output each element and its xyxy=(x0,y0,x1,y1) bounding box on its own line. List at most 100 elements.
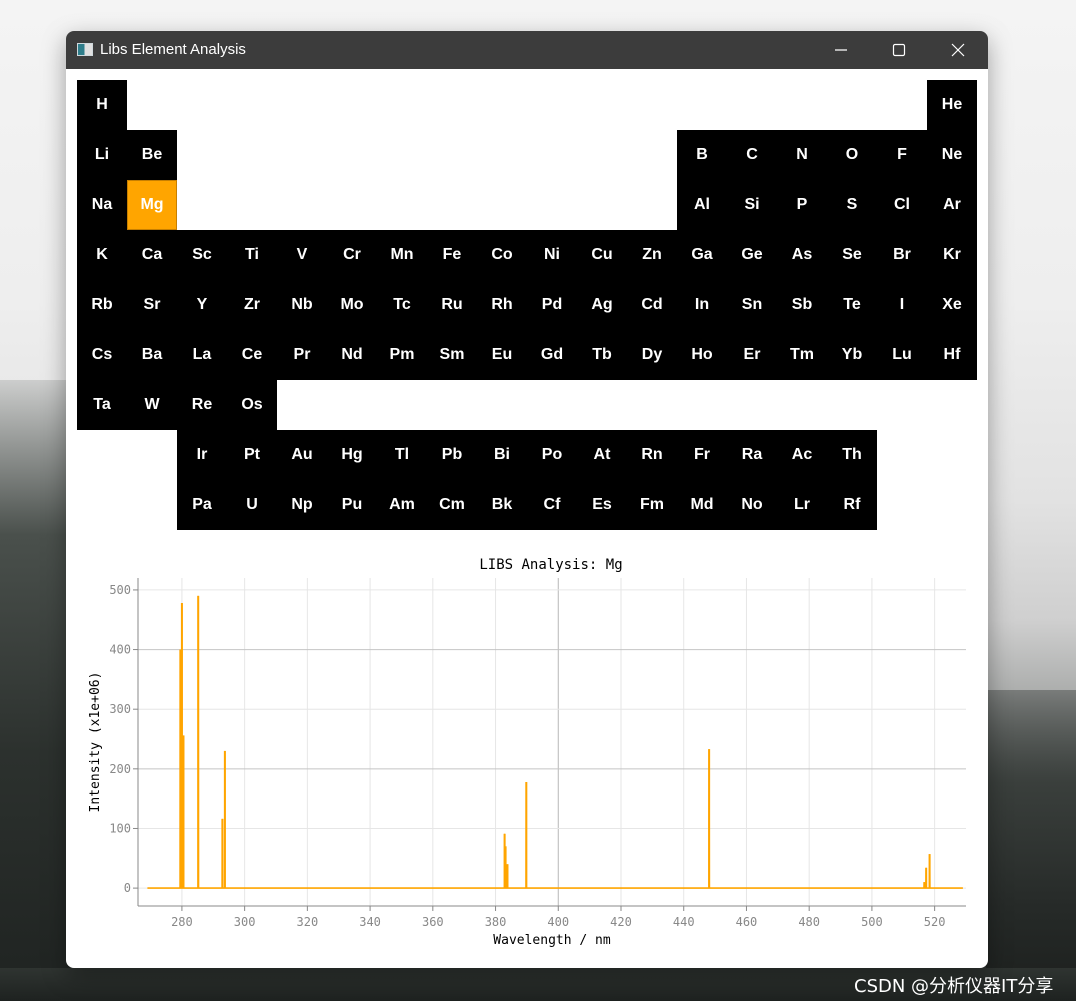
element-in[interactable]: In xyxy=(677,280,727,330)
element-md[interactable]: Md xyxy=(677,480,727,530)
element-nb[interactable]: Nb xyxy=(277,280,327,330)
element-ne[interactable]: Ne xyxy=(927,130,977,180)
element-tl[interactable]: Tl xyxy=(377,430,427,480)
element-bi[interactable]: Bi xyxy=(477,430,527,480)
element-c[interactable]: C xyxy=(727,130,777,180)
element-pu[interactable]: Pu xyxy=(327,480,377,530)
element-te[interactable]: Te xyxy=(827,280,877,330)
element-pm[interactable]: Pm xyxy=(377,330,427,380)
element-au[interactable]: Au xyxy=(277,430,327,480)
element-si[interactable]: Si xyxy=(727,180,777,230)
element-k[interactable]: K xyxy=(77,230,127,280)
element-pt[interactable]: Pt xyxy=(227,430,277,480)
element-er[interactable]: Er xyxy=(727,330,777,380)
element-sc[interactable]: Sc xyxy=(177,230,227,280)
element-o[interactable]: O xyxy=(827,130,877,180)
element-tc[interactable]: Tc xyxy=(377,280,427,330)
element-po[interactable]: Po xyxy=(527,430,577,480)
element-ta[interactable]: Ta xyxy=(77,380,127,430)
element-cf[interactable]: Cf xyxy=(527,480,577,530)
element-lr[interactable]: Lr xyxy=(777,480,827,530)
element-cr[interactable]: Cr xyxy=(327,230,377,280)
element-ba[interactable]: Ba xyxy=(127,330,177,380)
element-nd[interactable]: Nd xyxy=(327,330,377,380)
element-ce[interactable]: Ce xyxy=(227,330,277,380)
element-co[interactable]: Co xyxy=(477,230,527,280)
element-he[interactable]: He xyxy=(927,80,977,130)
element-sr[interactable]: Sr xyxy=(127,280,177,330)
element-yb[interactable]: Yb xyxy=(827,330,877,380)
maximize-button[interactable] xyxy=(870,31,928,69)
element-ni[interactable]: Ni xyxy=(527,230,577,280)
element-rh[interactable]: Rh xyxy=(477,280,527,330)
element-pb[interactable]: Pb xyxy=(427,430,477,480)
element-fe[interactable]: Fe xyxy=(427,230,477,280)
element-cl[interactable]: Cl xyxy=(877,180,927,230)
element-gd[interactable]: Gd xyxy=(527,330,577,380)
element-be[interactable]: Be xyxy=(127,130,177,180)
element-cs[interactable]: Cs xyxy=(77,330,127,380)
element-w[interactable]: W xyxy=(127,380,177,430)
element-zn[interactable]: Zn xyxy=(627,230,677,280)
element-tb[interactable]: Tb xyxy=(577,330,627,380)
element-rf[interactable]: Rf xyxy=(827,480,877,530)
element-cd[interactable]: Cd xyxy=(627,280,677,330)
element-mg[interactable]: Mg xyxy=(127,180,177,230)
element-eu[interactable]: Eu xyxy=(477,330,527,380)
element-np[interactable]: Np xyxy=(277,480,327,530)
element-mn[interactable]: Mn xyxy=(377,230,427,280)
element-n[interactable]: N xyxy=(777,130,827,180)
element-ga[interactable]: Ga xyxy=(677,230,727,280)
element-es[interactable]: Es xyxy=(577,480,627,530)
element-rn[interactable]: Rn xyxy=(627,430,677,480)
element-li[interactable]: Li xyxy=(77,130,127,180)
element-sb[interactable]: Sb xyxy=(777,280,827,330)
element-cu[interactable]: Cu xyxy=(577,230,627,280)
element-sm[interactable]: Sm xyxy=(427,330,477,380)
element-pd[interactable]: Pd xyxy=(527,280,577,330)
element-rb[interactable]: Rb xyxy=(77,280,127,330)
element-ar[interactable]: Ar xyxy=(927,180,977,230)
element-xe[interactable]: Xe xyxy=(927,280,977,330)
element-lu[interactable]: Lu xyxy=(877,330,927,380)
element-f[interactable]: F xyxy=(877,130,927,180)
element-ag[interactable]: Ag xyxy=(577,280,627,330)
element-pr[interactable]: Pr xyxy=(277,330,327,380)
element-ge[interactable]: Ge xyxy=(727,230,777,280)
element-cm[interactable]: Cm xyxy=(427,480,477,530)
title-bar[interactable]: Libs Element Analysis xyxy=(66,31,988,69)
element-u[interactable]: U xyxy=(227,480,277,530)
element-i[interactable]: I xyxy=(877,280,927,330)
element-sn[interactable]: Sn xyxy=(727,280,777,330)
element-ac[interactable]: Ac xyxy=(777,430,827,480)
element-s[interactable]: S xyxy=(827,180,877,230)
element-la[interactable]: La xyxy=(177,330,227,380)
element-al[interactable]: Al xyxy=(677,180,727,230)
element-ca[interactable]: Ca xyxy=(127,230,177,280)
element-mo[interactable]: Mo xyxy=(327,280,377,330)
element-zr[interactable]: Zr xyxy=(227,280,277,330)
element-kr[interactable]: Kr xyxy=(927,230,977,280)
element-re[interactable]: Re xyxy=(177,380,227,430)
element-se[interactable]: Se xyxy=(827,230,877,280)
minimize-button[interactable] xyxy=(812,31,870,69)
element-na[interactable]: Na xyxy=(77,180,127,230)
element-at[interactable]: At xyxy=(577,430,627,480)
element-ru[interactable]: Ru xyxy=(427,280,477,330)
element-am[interactable]: Am xyxy=(377,480,427,530)
element-bk[interactable]: Bk xyxy=(477,480,527,530)
element-os[interactable]: Os xyxy=(227,380,277,430)
element-v[interactable]: V xyxy=(277,230,327,280)
element-b[interactable]: B xyxy=(677,130,727,180)
element-fm[interactable]: Fm xyxy=(627,480,677,530)
element-hf[interactable]: Hf xyxy=(927,330,977,380)
element-hg[interactable]: Hg xyxy=(327,430,377,480)
element-dy[interactable]: Dy xyxy=(627,330,677,380)
element-no[interactable]: No xyxy=(727,480,777,530)
element-p[interactable]: P xyxy=(777,180,827,230)
element-th[interactable]: Th xyxy=(827,430,877,480)
element-ti[interactable]: Ti xyxy=(227,230,277,280)
element-y[interactable]: Y xyxy=(177,280,227,330)
element-as[interactable]: As xyxy=(777,230,827,280)
element-fr[interactable]: Fr xyxy=(677,430,727,480)
